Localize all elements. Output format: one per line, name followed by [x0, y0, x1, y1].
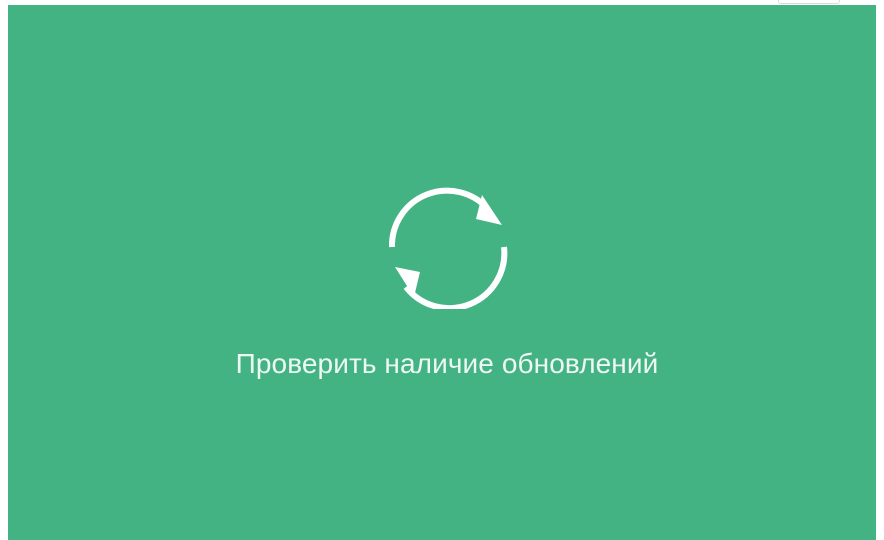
- check-updates-label: Проверить наличие обновлений: [235, 348, 659, 379]
- corner-tab: [778, 0, 840, 4]
- refresh-icon: [388, 187, 508, 309]
- window: Проверить наличие обновлений: [0, 0, 884, 540]
- check-updates-button[interactable]: Проверить наличие обновлений: [8, 5, 876, 540]
